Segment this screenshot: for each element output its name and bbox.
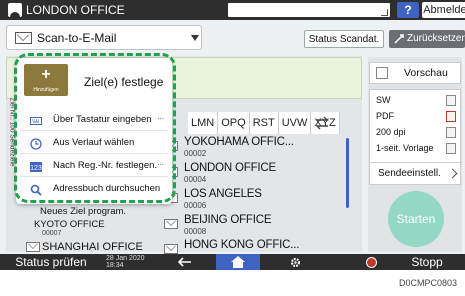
check-status-button[interactable]: Status prüfen bbox=[6, 254, 96, 270]
highlight-outline bbox=[14, 53, 176, 203]
reset-icon bbox=[394, 34, 404, 44]
pdf-icon bbox=[446, 111, 456, 122]
address-number: 00002 bbox=[184, 149, 207, 158]
address-row[interactable]: YOKOHAMA OFFIC... 00002 bbox=[160, 136, 348, 159]
dropdown-arrow-icon bbox=[191, 35, 199, 41]
original-type: 1-seit. Vorlage bbox=[376, 143, 434, 153]
tab-opq[interactable]: OPQ bbox=[218, 112, 250, 134]
send-settings-label: Sendeeinstell. bbox=[378, 168, 441, 179]
date-time: 28 Jan 2020 18:34 bbox=[106, 255, 145, 269]
chevron-right-icon bbox=[447, 168, 458, 179]
start-button[interactable]: Starten bbox=[388, 191, 444, 247]
resolution-icon bbox=[446, 127, 456, 138]
gear-icon[interactable] bbox=[290, 257, 301, 268]
envelope-icon bbox=[164, 244, 178, 254]
reset-button[interactable]: Zurücksetzen bbox=[389, 30, 465, 48]
send-settings-button[interactable]: Sendeeinstell. bbox=[370, 162, 462, 184]
figure-caption: D0CMPC0803 bbox=[398, 278, 457, 288]
new-destination-label: Neues Ziel program. bbox=[40, 206, 127, 217]
address-row[interactable]: SHANGHAI OFFICE bbox=[26, 241, 166, 255]
address-row[interactable]: BEIJING OFFICE 00008 bbox=[160, 214, 348, 237]
date: 28 Jan 2020 bbox=[106, 255, 145, 262]
address-row[interactable]: KYOTO OFFICE 00007 bbox=[30, 219, 170, 237]
address-row[interactable]: LOS ANGELES 00006 bbox=[160, 188, 348, 211]
address-name: YOKOHAMA OFFIC... bbox=[184, 136, 294, 148]
reset-label: Zurücksetzen bbox=[407, 33, 465, 44]
tab-uvw[interactable]: UVW bbox=[278, 112, 312, 134]
toggle-view-icon[interactable] bbox=[314, 115, 330, 131]
address-name: BEIJING OFFICE bbox=[184, 214, 272, 226]
color-mode-icon bbox=[446, 95, 456, 106]
resolution: 200 dpi bbox=[376, 127, 406, 137]
address-name: LOS ANGELES bbox=[184, 188, 262, 200]
message-field bbox=[228, 3, 390, 17]
scan-settings[interactable]: SW PDF 200 dpi 1-seit. Vorlage Sendeeins… bbox=[369, 89, 462, 185]
color-mode: SW bbox=[376, 95, 391, 105]
logout-button[interactable]: Abmelden bbox=[422, 2, 465, 18]
address-row[interactable]: LONDON OFFICE 00004 bbox=[160, 162, 348, 185]
original-icon bbox=[446, 143, 456, 154]
back-icon[interactable] bbox=[178, 257, 192, 267]
address-name: KYOTO OFFICE bbox=[34, 219, 105, 230]
address-number: 00008 bbox=[184, 227, 207, 236]
tab-rst[interactable]: RST bbox=[249, 112, 279, 134]
stop-icon bbox=[366, 257, 377, 268]
function-selector[interactable]: Scan-to-E-Mail bbox=[6, 25, 202, 50]
help-button[interactable]: ? bbox=[397, 2, 419, 18]
address-name: SHANGHAI OFFICE bbox=[42, 241, 143, 253]
address-number: 00007 bbox=[42, 230, 62, 237]
envelope-icon bbox=[26, 242, 40, 252]
preview-toggle[interactable]: Vorschau bbox=[369, 62, 461, 84]
address-name: HONG KONG OFFIC... bbox=[184, 239, 300, 251]
user-icon bbox=[8, 3, 22, 17]
preview-checkbox[interactable] bbox=[376, 67, 388, 79]
tab-lmn[interactable]: LMN bbox=[188, 112, 219, 134]
user-info: LONDON OFFICE bbox=[8, 2, 125, 18]
scrollbar[interactable] bbox=[346, 138, 349, 208]
address-number: 00006 bbox=[184, 201, 207, 210]
time: 18:34 bbox=[106, 262, 124, 269]
scan-status-button[interactable]: Status Scandat. bbox=[304, 30, 384, 48]
envelope-icon bbox=[15, 32, 32, 44]
new-destination-row[interactable]: Neues Ziel program. bbox=[40, 206, 180, 220]
address-number: 00004 bbox=[184, 175, 207, 184]
function-label: Scan-to-E-Mail bbox=[37, 31, 117, 45]
stop-button[interactable]: Stopp bbox=[396, 254, 458, 270]
file-type: PDF bbox=[376, 111, 394, 121]
address-name: LONDON OFFICE bbox=[184, 162, 276, 174]
screen: LONDON OFFICE ? Abmelden Scan-to-E-Mail … bbox=[0, 0, 465, 270]
user-name: LONDON OFFICE bbox=[26, 3, 125, 17]
preview-label: Vorschau bbox=[404, 67, 448, 79]
home-icon bbox=[231, 256, 245, 268]
home-button[interactable] bbox=[216, 254, 260, 270]
